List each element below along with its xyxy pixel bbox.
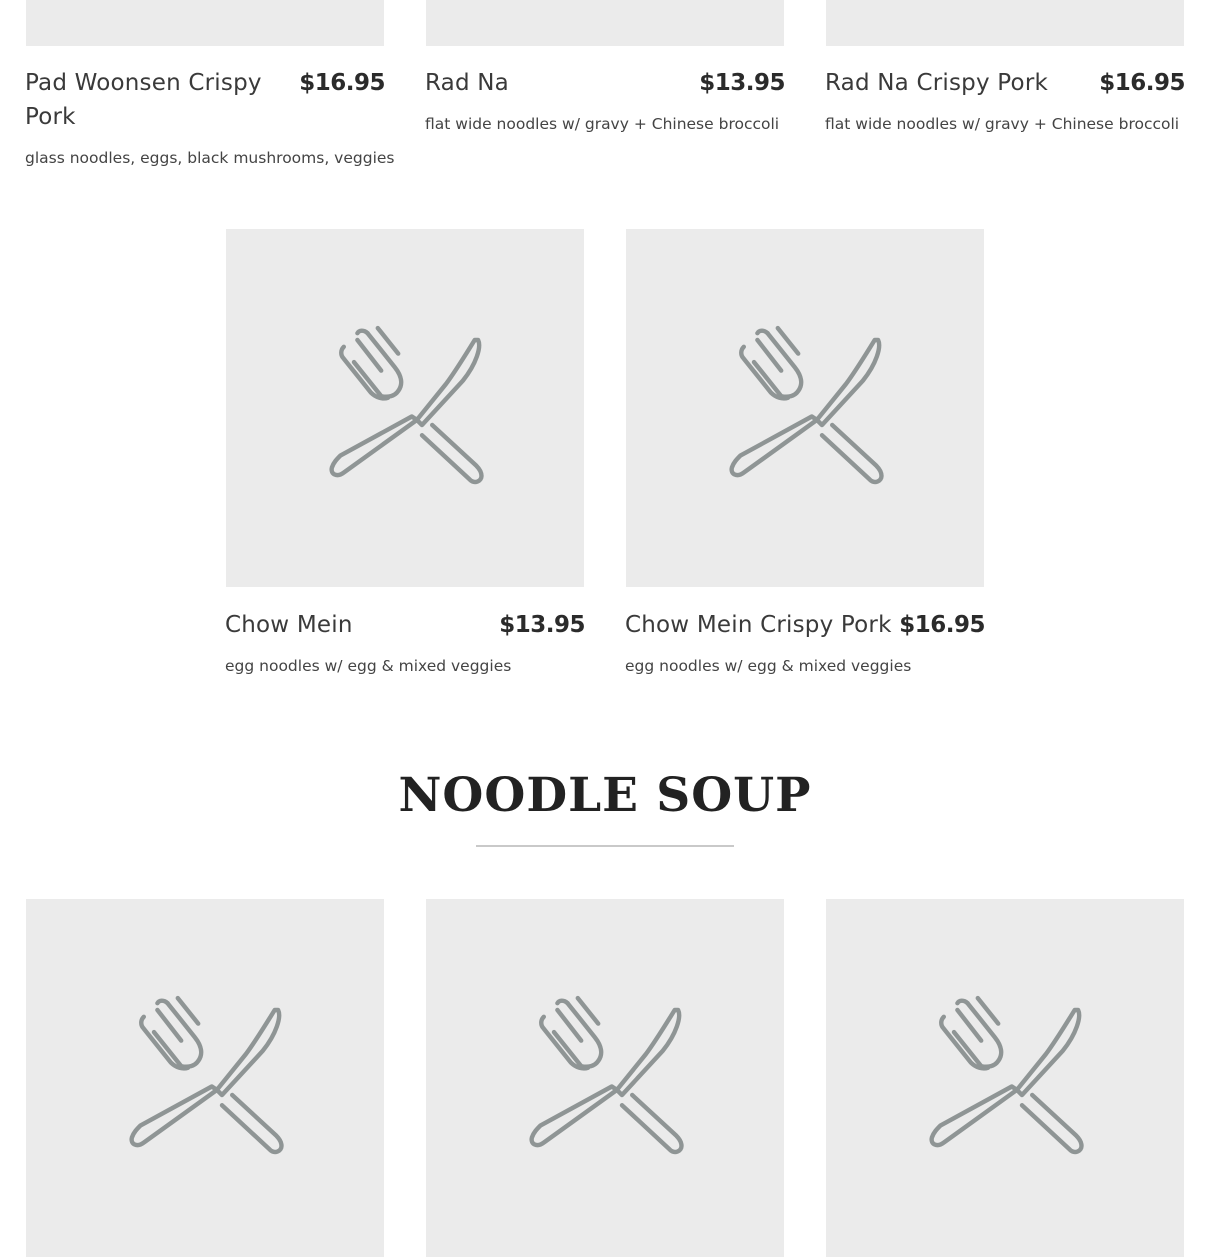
menu-item-text: Pad Woonsen Crispy Pork $16.95 glass noo… xyxy=(25,66,395,186)
menu-item-image-placeholder xyxy=(826,899,1184,1257)
menu-item-name: Pad Woonsen Crispy Pork xyxy=(25,70,262,130)
menu-item-price: $13.95 xyxy=(499,612,585,638)
menu-item-image-placeholder xyxy=(426,0,784,46)
menu-item-text: Rad Na Crispy Pork $16.95 flat wide nood… xyxy=(825,66,1185,186)
menu-item-image-placeholder xyxy=(26,899,384,1257)
menu-item-price: $16.95 xyxy=(1099,70,1185,96)
fork-knife-icon xyxy=(120,993,290,1163)
section-title: NOODLE SOUP xyxy=(398,768,812,823)
section-divider xyxy=(476,845,734,847)
menu-item-image-placeholder xyxy=(826,0,1184,46)
menu-item-name: Rad Na xyxy=(425,70,509,96)
menu-item-text: Rad Na $13.95 flat wide noodles w/ gravy… xyxy=(425,66,785,186)
menu-item-description: glass noodles, eggs, black mushrooms, ve… xyxy=(25,149,395,167)
menu-item-name: Rad Na Crispy Pork xyxy=(825,70,1048,96)
menu-item-description: egg noodles w/ egg & mixed veggies xyxy=(625,657,912,675)
menu-item-price: $16.95 xyxy=(899,612,985,638)
fork-knife-icon xyxy=(720,323,890,493)
menu-item-image-placeholder xyxy=(426,899,784,1257)
fork-knife-icon xyxy=(320,323,490,493)
menu-item-image-placeholder xyxy=(26,0,384,46)
menu-item-image-placeholder xyxy=(226,229,584,587)
menu-item-name: Chow Mein Crispy Pork xyxy=(625,612,892,638)
fork-knife-icon xyxy=(520,993,690,1163)
menu-item-price: $13.95 xyxy=(699,70,785,96)
fork-knife-icon xyxy=(920,993,1090,1163)
menu-item-price: $16.95 xyxy=(299,70,385,96)
menu-item-description: egg noodles w/ egg & mixed veggies xyxy=(225,657,512,675)
menu-item-description: flat wide noodles w/ gravy + Chinese bro… xyxy=(825,115,1180,133)
menu-item-description: flat wide noodles w/ gravy + Chinese bro… xyxy=(425,115,780,133)
menu-item-text: Chow Mein Crispy Pork $16.95 egg noodles… xyxy=(625,608,985,698)
menu-item-name: Chow Mein xyxy=(225,612,353,638)
menu-item-image-placeholder xyxy=(626,229,984,587)
menu-item-text: Chow Mein $13.95 egg noodles w/ egg & mi… xyxy=(225,608,585,698)
